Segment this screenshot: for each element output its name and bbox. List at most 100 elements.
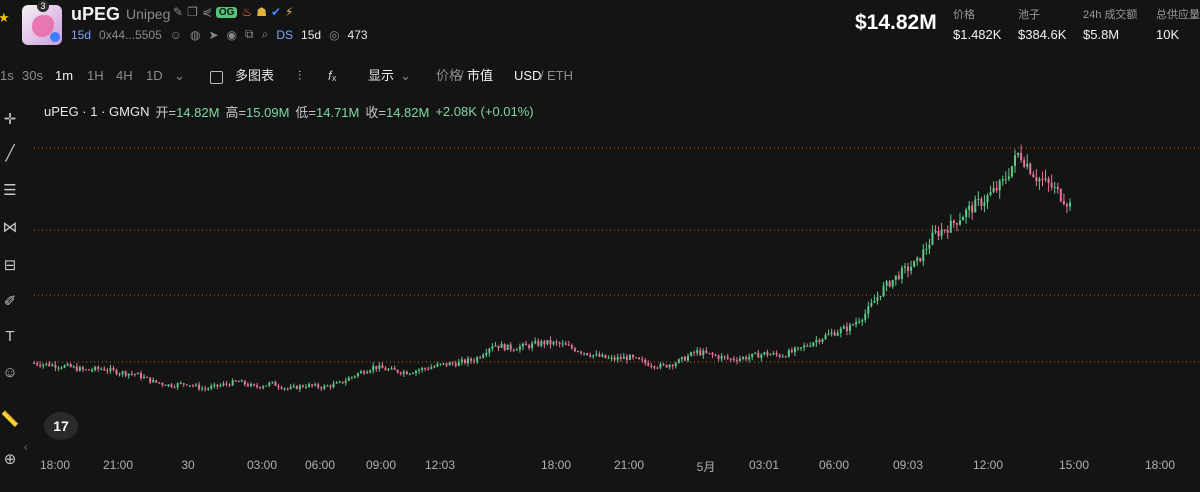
x-tick-label: 18:00 [39, 458, 71, 472]
candle-down [598, 353, 601, 357]
candle-up [136, 373, 139, 375]
candle-down [1062, 201, 1065, 205]
candle-up [72, 366, 75, 368]
candle-up [476, 357, 479, 362]
candle-down [124, 371, 127, 376]
candle-up [515, 349, 518, 351]
candle-down [427, 368, 430, 370]
candle-up [308, 384, 311, 387]
x-tick-label: 03:00 [246, 458, 278, 472]
candle-up [787, 350, 790, 357]
candle-down [384, 368, 387, 371]
tradingview-logo[interactable]: 17 [44, 412, 78, 440]
candle-down [286, 388, 289, 390]
candle-up [109, 367, 112, 371]
candle-up [78, 367, 81, 371]
candle-up [359, 371, 362, 374]
candle-down [1029, 163, 1032, 174]
candle-down [693, 352, 696, 354]
candle-up [885, 281, 888, 286]
candle-up [900, 267, 903, 279]
candle-up [861, 319, 864, 322]
candle-down [393, 368, 396, 370]
candle-down [454, 363, 457, 366]
x-tick-label: 12:03 [424, 458, 456, 472]
candle-up [974, 199, 977, 213]
candle-up [686, 355, 689, 361]
candle-down [1023, 160, 1026, 167]
candle-up [372, 365, 375, 371]
candle-up [152, 380, 155, 383]
candle-up [283, 388, 286, 390]
candle-up [940, 229, 943, 236]
candle-down [375, 365, 378, 370]
candle-down [586, 353, 589, 356]
candle-down [1032, 173, 1035, 178]
candle-up [268, 382, 271, 386]
candle-up [870, 302, 873, 307]
price-chart[interactable] [0, 0, 1200, 492]
candle-up [922, 249, 925, 262]
candle-up [546, 339, 549, 345]
candle-up [369, 370, 372, 373]
candle-down [301, 385, 304, 387]
candle-up [738, 358, 741, 361]
candle-up [262, 386, 265, 388]
candle-up [485, 352, 488, 355]
candle-down [952, 220, 955, 224]
candle-up [347, 377, 350, 381]
candle-down [317, 384, 320, 388]
candle-down [775, 353, 778, 355]
candle-up [378, 365, 381, 370]
x-tick-label: 15:00 [1058, 458, 1090, 472]
candle-down [311, 384, 314, 386]
candle-up [873, 300, 876, 303]
candle-down [567, 344, 570, 346]
candle-down [295, 385, 298, 390]
candle-down [146, 376, 149, 378]
candle-up [934, 230, 937, 233]
x-tick-label: 18:00 [540, 458, 572, 472]
candle-down [225, 383, 228, 385]
candle-up [219, 385, 222, 387]
candle-up [836, 332, 839, 336]
candle-up [332, 383, 335, 388]
candle-down [451, 362, 454, 364]
candle-up [986, 195, 989, 203]
x-tick-label: 06:00 [818, 458, 850, 472]
candle-down [81, 367, 84, 370]
x-tick-label: 06:00 [304, 458, 336, 472]
candle-up [797, 347, 800, 349]
candle-down [653, 366, 656, 368]
candle-up [616, 357, 619, 360]
candle-up [855, 322, 858, 325]
candle-up [949, 220, 952, 233]
candle-up [962, 217, 965, 221]
candle-up [442, 363, 445, 365]
candle-up [179, 383, 182, 385]
candle-up [628, 355, 631, 360]
x-tick-label: 21:00 [102, 458, 134, 472]
candle-up [344, 380, 347, 384]
candle-up [540, 341, 543, 346]
candle-up [60, 367, 63, 369]
candle-down [717, 355, 720, 359]
candle-up [742, 357, 745, 359]
candle-up [51, 364, 54, 367]
candle-up [891, 279, 894, 287]
x-tick-label: 30 [181, 458, 195, 472]
candle-down [246, 384, 249, 387]
candle-up [491, 346, 494, 349]
candle-up [118, 373, 121, 375]
candle-down [463, 359, 466, 364]
candle-down [158, 382, 161, 384]
candle-down [580, 351, 583, 354]
candle-down [790, 350, 793, 353]
candle-down [570, 345, 573, 349]
candle-up [94, 366, 97, 371]
candle-down [470, 358, 473, 361]
candle-up [858, 321, 861, 323]
candle-down [149, 377, 152, 383]
candle-up [326, 385, 329, 387]
candle-up [433, 366, 436, 368]
